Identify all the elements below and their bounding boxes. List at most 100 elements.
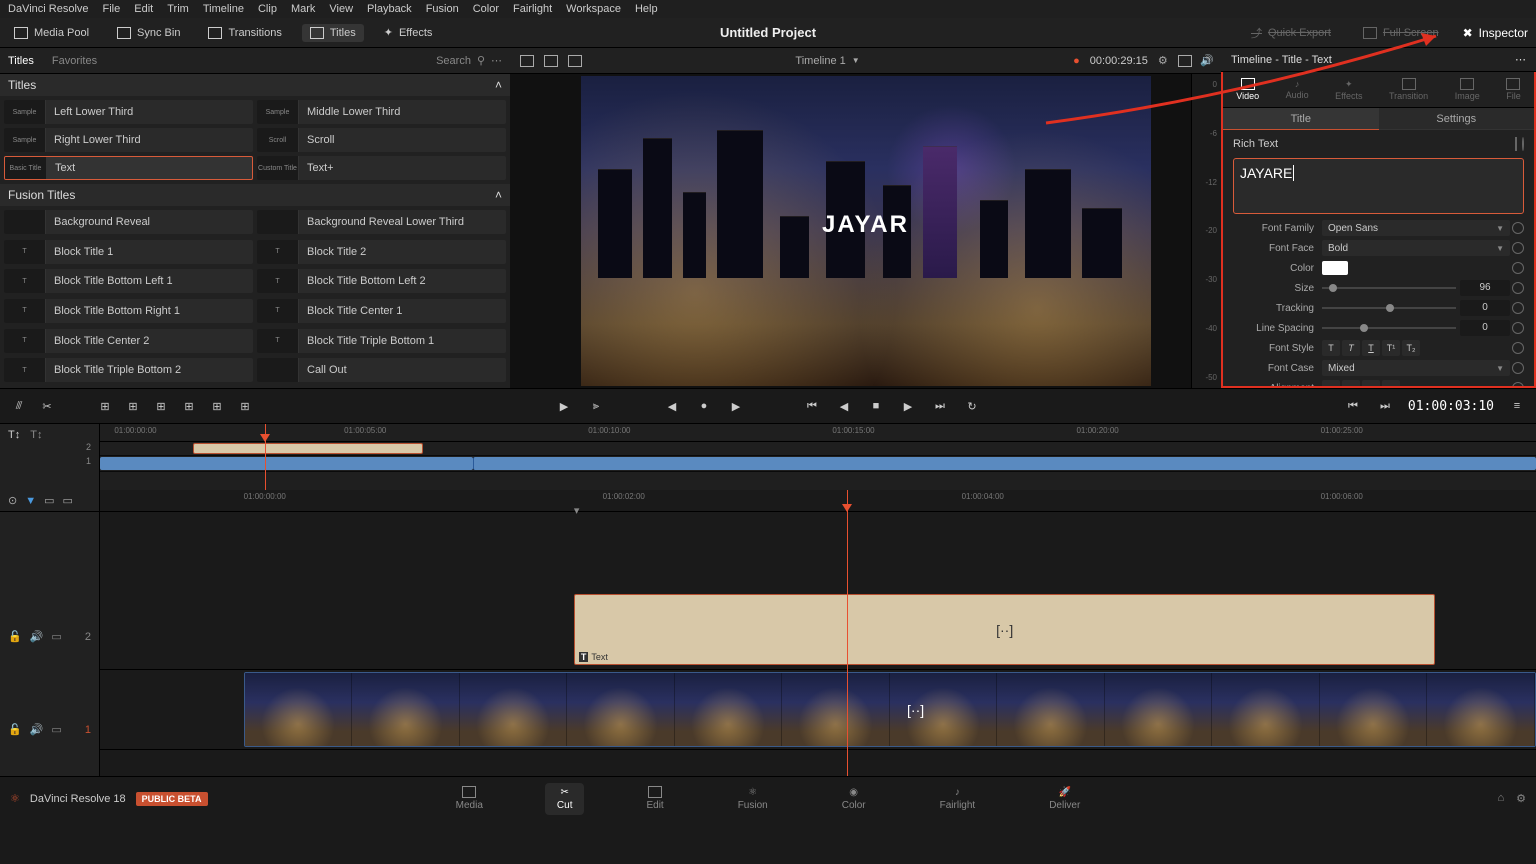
insert-icon[interactable]: ⊞ xyxy=(96,397,114,415)
titles-button[interactable]: Titles xyxy=(302,24,364,42)
lock-icon[interactable]: 🔓 xyxy=(8,630,22,643)
reset-icon[interactable] xyxy=(1512,262,1524,274)
playhead[interactable] xyxy=(265,424,266,490)
stop-icon[interactable]: ■ xyxy=(867,397,885,415)
sync-bin-button[interactable]: Sync Bin xyxy=(109,24,188,42)
subtab-title[interactable]: Title xyxy=(1223,108,1379,130)
viewer-mode-icon[interactable] xyxy=(568,55,582,67)
page-cut[interactable]: ✂Cut xyxy=(545,783,585,815)
timeline-view-icon[interactable]: T↕ xyxy=(30,429,42,441)
title-item[interactable]: TBlock Title Triple Bottom 2 xyxy=(4,358,253,382)
snap-icon[interactable]: ⊙ xyxy=(8,494,17,507)
page-fusion[interactable]: ⚛Fusion xyxy=(726,783,780,815)
transitions-button[interactable]: Transitions xyxy=(200,24,289,42)
title-item[interactable]: Custom TitleText+ xyxy=(257,156,506,180)
cut-icon[interactable]: ✂ xyxy=(38,397,56,415)
size-slider[interactable] xyxy=(1322,287,1456,289)
line-spacing-value[interactable]: 0 xyxy=(1460,320,1510,336)
title-item[interactable]: SampleLeft Lower Third xyxy=(4,100,253,124)
lower-track-2[interactable]: [··] TText xyxy=(100,590,1536,670)
menu-item[interactable]: Trim xyxy=(167,3,189,15)
menu-item[interactable]: Workspace xyxy=(566,3,621,15)
page-media[interactable]: Media xyxy=(444,782,495,815)
track-head-1[interactable]: 🔓 🔊 ▭ 1 xyxy=(0,683,99,776)
prev-edit-icon[interactable]: ◀ xyxy=(663,397,681,415)
title-item[interactable]: TBlock Title 2 xyxy=(257,240,506,264)
title-clip-mini[interactable] xyxy=(193,443,423,454)
next-edit-icon[interactable]: ▶ xyxy=(727,397,745,415)
playhead[interactable] xyxy=(847,490,848,776)
close-up-icon[interactable]: ⊞ xyxy=(180,397,198,415)
color-swatch[interactable] xyxy=(1322,261,1348,275)
video-icon[interactable]: ▭ xyxy=(51,723,61,736)
menu-item[interactable]: Edit xyxy=(134,3,153,15)
font-style-super[interactable]: T¹ xyxy=(1382,340,1400,356)
menu-item[interactable]: Mark xyxy=(291,3,315,15)
menu-item[interactable]: Clip xyxy=(258,3,277,15)
upper-track-2[interactable]: 2 xyxy=(100,442,1536,456)
page-color[interactable]: ◉Color xyxy=(830,783,878,815)
source-overwrite-icon[interactable]: ⊞ xyxy=(236,397,254,415)
inspector-button[interactable]: ✖Inspector xyxy=(1463,26,1528,40)
insp-tab-image[interactable]: Image xyxy=(1455,78,1480,101)
title-item[interactable]: ScrollScroll xyxy=(257,128,506,152)
menu-item[interactable]: Fusion xyxy=(426,3,459,15)
view-icon[interactable]: ▭ xyxy=(63,494,73,507)
view-icon[interactable] xyxy=(1178,55,1192,67)
flag-icon[interactable]: ▭ xyxy=(44,494,54,507)
place-on-top-icon[interactable]: ⊞ xyxy=(208,397,226,415)
speaker-icon[interactable]: 🔊 xyxy=(1200,54,1214,67)
title-item[interactable]: TBlock Title Center 2 xyxy=(4,329,253,353)
page-deliver[interactable]: 🚀Deliver xyxy=(1037,783,1092,815)
reset-icon[interactable] xyxy=(1512,342,1524,354)
more-icon[interactable]: ⋯ xyxy=(491,54,502,67)
menu-item[interactable]: Fairlight xyxy=(513,3,552,15)
page-edit[interactable]: Edit xyxy=(634,782,675,815)
font-face-select[interactable]: Bold▼ xyxy=(1322,240,1510,256)
menu-item[interactable]: View xyxy=(329,3,353,15)
reset-icon[interactable] xyxy=(1512,382,1524,386)
title-item[interactable]: Background Reveal xyxy=(4,210,253,234)
title-item[interactable]: TBlock Title Bottom Left 1 xyxy=(4,269,253,293)
title-item[interactable]: TBlock Title Bottom Left 2 xyxy=(257,269,506,293)
title-item[interactable]: TBlock Title Center 1 xyxy=(257,299,506,323)
align-justify[interactable]: ≡ xyxy=(1382,380,1400,386)
title-item[interactable]: Background Reveal Lower Third xyxy=(257,210,506,234)
video-clip-mini[interactable] xyxy=(473,457,1536,470)
timeline-view-icon[interactable]: T↕ xyxy=(8,429,20,441)
effects-button[interactable]: ✦Effects xyxy=(376,23,441,42)
reset-icon[interactable] xyxy=(1512,302,1524,314)
align-center[interactable]: ≡ xyxy=(1342,380,1360,386)
transport-tool-icon[interactable]: ⫸ xyxy=(587,397,605,415)
font-style-normal[interactable]: T xyxy=(1322,340,1340,356)
section-fusion-titles[interactable]: Fusion Titles˄ xyxy=(0,184,510,206)
font-style-underline[interactable]: T xyxy=(1362,340,1380,356)
lock-icon[interactable]: 🔓 xyxy=(8,723,22,736)
menu-item[interactable]: File xyxy=(103,3,121,15)
insp-tab-file[interactable]: File xyxy=(1506,78,1521,101)
font-style-italic[interactable]: T xyxy=(1342,340,1360,356)
title-item[interactable]: SampleRight Lower Third xyxy=(4,128,253,152)
viewer-mode-icon[interactable] xyxy=(544,55,558,67)
reset-icon[interactable] xyxy=(1512,322,1524,334)
reset-icon[interactable] xyxy=(1512,222,1524,234)
play-reverse-icon[interactable]: ◀ xyxy=(835,397,853,415)
menu-item[interactable]: Timeline xyxy=(203,3,244,15)
tools-icon[interactable]: ⚙ xyxy=(1158,54,1168,67)
quick-export-button[interactable]: ⤴Quick Export xyxy=(1243,22,1339,44)
title-item[interactable]: TBlock Title Triple Bottom 1 xyxy=(257,329,506,353)
align-left[interactable]: ≡ xyxy=(1322,380,1340,386)
title-text-input[interactable]: JAYARE xyxy=(1233,158,1524,214)
line-spacing-slider[interactable] xyxy=(1322,327,1456,329)
mark-out-icon[interactable]: ⏭ xyxy=(1376,397,1394,415)
lower-ruler[interactable]: 01:00:00:00 01:00:02:00 01:00:04:00 01:0… xyxy=(100,490,1536,512)
video-clip-mini[interactable] xyxy=(100,457,473,470)
reset-icon[interactable] xyxy=(1512,362,1524,374)
record-timecode[interactable]: 01:00:03:10 xyxy=(1408,399,1494,414)
media-pool-button[interactable]: Media Pool xyxy=(6,24,97,42)
reset-icon[interactable] xyxy=(1512,242,1524,254)
video-icon[interactable]: ▭ xyxy=(51,630,61,643)
settings-gear-icon[interactable]: ⚙ xyxy=(1516,792,1526,805)
search-icon[interactable]: ⚲ xyxy=(477,54,485,67)
subtab-settings[interactable]: Settings xyxy=(1379,108,1535,130)
